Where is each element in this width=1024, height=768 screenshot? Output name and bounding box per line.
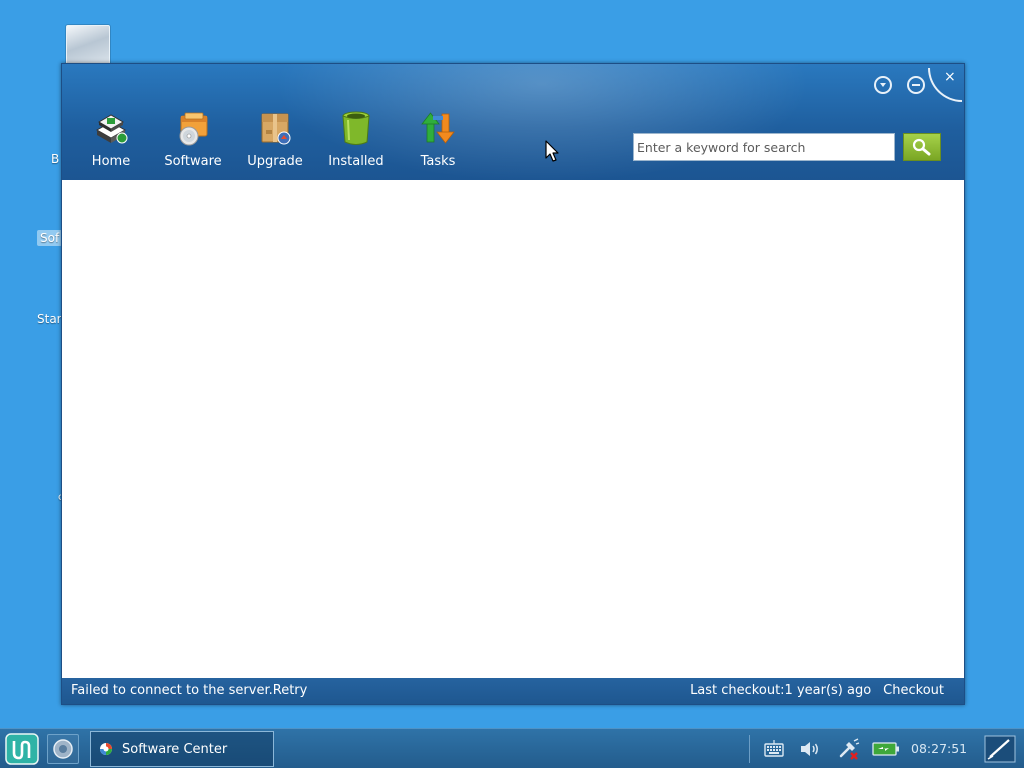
minimize-icon[interactable] [907, 76, 925, 94]
nav-home-label: Home [91, 154, 131, 169]
main-content-area [62, 180, 964, 678]
search-input[interactable] [634, 134, 894, 160]
mouse-cursor-icon [545, 140, 559, 162]
window-header: × Home Software Upgrade Installed Tasks … [62, 64, 964, 180]
desktop-label-start[interactable]: Star [37, 312, 62, 326]
last-checkout-text: Last checkout:1 year(s) ago [690, 683, 872, 698]
status-bar: Failed to connect to the server.Retry La… [62, 678, 964, 704]
clock[interactable]: 08:27:51 [911, 741, 967, 756]
close-button[interactable]: × [928, 68, 962, 102]
desktop-label-b[interactable]: B [51, 152, 59, 166]
software-center-window: × Home Software Upgrade Installed Tasks … [61, 63, 965, 705]
close-icon[interactable]: × [944, 70, 956, 84]
tray-separator [749, 735, 750, 763]
nav-tasks[interactable]: Tasks [403, 106, 473, 172]
show-desktop-icon [984, 735, 1016, 763]
nav-home[interactable]: Home [76, 106, 146, 172]
software-center-app-icon [100, 743, 112, 755]
home-stack-icon [95, 114, 128, 144]
network-disconnected-icon[interactable] [836, 737, 860, 761]
battery-charging-icon[interactable] [872, 737, 900, 761]
nav-upgrade[interactable]: Upgrade [240, 106, 310, 172]
browser-icon [53, 739, 73, 759]
status-message: Failed to connect to the server. [71, 683, 273, 698]
nav-upgrade-label: Upgrade [247, 154, 303, 169]
upgrade-package-icon [261, 113, 291, 145]
taskbar-task-software-center[interactable]: Software Center [90, 731, 274, 767]
menu-dropdown-icon[interactable] [874, 76, 892, 94]
nav-installed-label: Installed [328, 154, 384, 169]
nav-installed[interactable]: Installed [321, 106, 391, 172]
search-button[interactable] [903, 133, 941, 161]
search-box [633, 133, 895, 161]
start-menu-button[interactable] [5, 733, 39, 765]
taskbar-task-label: Software Center [122, 742, 228, 757]
nav-software[interactable]: Software [158, 106, 228, 172]
volume-icon[interactable] [798, 737, 822, 761]
nav-software-label: Software [164, 154, 222, 169]
taskbar: Software Center 08:27:51 [0, 728, 1024, 768]
installed-bin-icon [342, 111, 370, 145]
keyboard-icon[interactable] [762, 737, 786, 761]
desktop-label-software[interactable]: Sof [37, 230, 63, 246]
retry-link[interactable]: Retry [273, 683, 308, 698]
show-desktop-button[interactable] [984, 733, 1016, 765]
checkout-link[interactable]: Checkout [883, 683, 944, 698]
software-box-icon [179, 112, 208, 146]
start-logo-icon [5, 733, 39, 765]
search-icon [912, 138, 931, 156]
nav-tasks-label: Tasks [420, 154, 456, 169]
tasks-arrows-icon [421, 112, 455, 144]
quick-launch-browser[interactable] [47, 734, 79, 764]
